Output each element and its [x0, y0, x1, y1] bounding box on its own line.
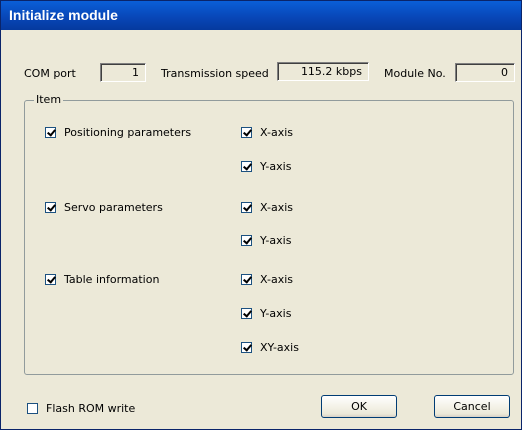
- initialize-module-dialog: Initialize module COM port 1 Transmissio…: [0, 0, 522, 430]
- table-xy-axis-checkbox[interactable]: XY-axis: [241, 341, 299, 354]
- window-title: Initialize module: [1, 1, 521, 30]
- positioning-y-axis-checkbox[interactable]: Y-axis: [241, 160, 291, 173]
- servo-parameters-checkbox[interactable]: Servo parameters: [45, 201, 163, 214]
- checkbox-box: [241, 161, 252, 172]
- module-no-field: 0: [455, 63, 515, 82]
- servo-x-axis-checkbox[interactable]: X-axis: [241, 201, 293, 214]
- checkbox-box: [241, 308, 252, 319]
- transmission-speed-label: Transmission speed: [161, 67, 269, 80]
- positioning-parameters-checkbox[interactable]: Positioning parameters: [45, 126, 191, 139]
- checkbox-box: [241, 127, 252, 138]
- table-x-axis-checkbox[interactable]: X-axis: [241, 273, 293, 286]
- checkbox-box: [241, 235, 252, 246]
- checkbox-box: [45, 127, 56, 138]
- checkbox-label: XY-axis: [260, 341, 299, 354]
- checkbox-label: Positioning parameters: [64, 126, 192, 139]
- table-information-checkbox[interactable]: Table information: [45, 273, 159, 286]
- checkbox-label: Servo parameters: [64, 201, 163, 214]
- com-port-label: COM port: [24, 67, 76, 80]
- ok-button[interactable]: OK: [321, 395, 397, 418]
- checkbox-box: [45, 202, 56, 213]
- checkbox-label: Y-axis: [260, 234, 292, 247]
- checkbox-label: Y-axis: [260, 160, 292, 173]
- module-no-label: Module No.: [384, 67, 446, 80]
- checkbox-box: [241, 342, 252, 353]
- flash-rom-write-checkbox[interactable]: Flash ROM write: [27, 402, 135, 415]
- checkbox-box: [27, 403, 38, 414]
- item-group-caption: Item: [34, 93, 64, 106]
- table-y-axis-checkbox[interactable]: Y-axis: [241, 307, 291, 320]
- checkbox-box: [241, 202, 252, 213]
- cancel-button[interactable]: Cancel: [434, 395, 510, 418]
- checkbox-label: Flash ROM write: [46, 402, 136, 415]
- com-port-field: 1: [100, 63, 146, 82]
- checkbox-label: X-axis: [260, 126, 293, 139]
- checkbox-label: Y-axis: [260, 307, 292, 320]
- checkbox-label: Table information: [64, 273, 160, 286]
- servo-y-axis-checkbox[interactable]: Y-axis: [241, 234, 291, 247]
- checkbox-box: [45, 274, 56, 285]
- positioning-x-axis-checkbox[interactable]: X-axis: [241, 126, 293, 139]
- checkbox-label: X-axis: [260, 273, 293, 286]
- checkbox-label: X-axis: [260, 201, 293, 214]
- checkbox-box: [241, 274, 252, 285]
- transmission-speed-field: 115.2 kbps: [277, 62, 369, 81]
